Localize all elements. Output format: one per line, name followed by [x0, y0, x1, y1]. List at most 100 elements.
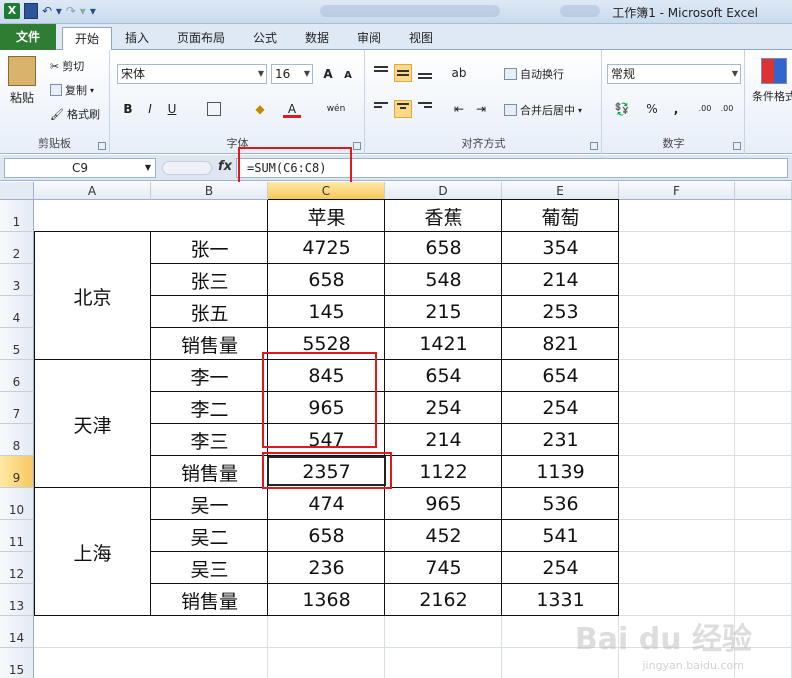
align-middle-icon[interactable]	[394, 64, 412, 82]
value-cell[interactable]: 1331	[502, 584, 619, 616]
currency-icon[interactable]: 💱	[609, 100, 635, 118]
shrink-font-button[interactable]: A	[339, 67, 357, 85]
orientation-icon[interactable]: ab	[450, 64, 468, 82]
value-cell[interactable]: 541	[502, 520, 619, 552]
bold-button[interactable]: B	[119, 100, 137, 118]
align-top-icon[interactable]	[372, 64, 390, 82]
sales-total-label[interactable]: 销售量	[151, 584, 268, 616]
value-cell[interactable]: 2162	[385, 584, 502, 616]
person-name-cell[interactable]: 张五	[151, 296, 268, 328]
value-cell[interactable]: 654	[502, 360, 619, 392]
value-cell[interactable]: 658	[385, 232, 502, 264]
value-cell[interactable]: 821	[502, 328, 619, 360]
comma-button[interactable]: ,	[667, 100, 685, 118]
fruit-header[interactable]: 葡萄	[502, 200, 619, 232]
column-header-a[interactable]: A	[34, 182, 151, 200]
copy-button[interactable]: 复制 ▾	[50, 82, 94, 98]
value-cell[interactable]: 474	[268, 488, 385, 520]
value-cell[interactable]: 214	[385, 424, 502, 456]
conditional-format-button[interactable]: 条件格式	[752, 58, 792, 104]
font-name-combo[interactable]: 宋体 ▼	[117, 64, 267, 84]
increase-decimal-button[interactable]: .00	[695, 100, 715, 118]
person-name-cell[interactable]: 张三	[151, 264, 268, 296]
value-cell[interactable]: 658	[268, 520, 385, 552]
value-cell[interactable]: 4725	[268, 232, 385, 264]
save-icon[interactable]	[24, 3, 38, 19]
align-right-icon[interactable]	[416, 100, 434, 118]
column-header-d[interactable]: D	[385, 182, 502, 200]
value-cell[interactable]: 1122	[385, 456, 502, 488]
row-header-15[interactable]: 15	[0, 648, 34, 678]
column-header-e[interactable]: E	[502, 182, 619, 200]
tab-data[interactable]: 数据	[296, 27, 338, 50]
row-header-3[interactable]: 3	[0, 264, 34, 296]
column-header-blank[interactable]	[735, 182, 792, 200]
clipboard-launcher-icon[interactable]	[98, 142, 106, 150]
number-launcher-icon[interactable]	[733, 142, 741, 150]
person-name-cell[interactable]: 李三	[151, 424, 268, 456]
row-header-5[interactable]: 5	[0, 328, 34, 360]
value-cell[interactable]: 1368	[268, 584, 385, 616]
excel-app-icon[interactable]: X	[4, 3, 20, 19]
city-cell[interactable]: 上海	[34, 488, 151, 616]
number-format-combo[interactable]: 常规 ▼	[607, 64, 741, 84]
tab-review[interactable]: 审阅	[348, 27, 390, 50]
sales-total-label[interactable]: 销售量	[151, 456, 268, 488]
column-header-b[interactable]: B	[151, 182, 268, 200]
value-cell[interactable]: 236	[268, 552, 385, 584]
person-name-cell[interactable]: 吴二	[151, 520, 268, 552]
fill-color-icon[interactable]: ◆	[251, 100, 269, 118]
row-header-2[interactable]: 2	[0, 232, 34, 264]
row-header-4[interactable]: 4	[0, 296, 34, 328]
align-center-icon[interactable]	[394, 100, 412, 118]
wrap-text-button[interactable]: 自动换行	[504, 66, 564, 82]
font-color-button[interactable]: A	[283, 100, 301, 118]
alignment-launcher-icon[interactable]	[590, 142, 598, 150]
column-header-c[interactable]: C	[268, 182, 385, 200]
row-header-12[interactable]: 12	[0, 552, 34, 584]
fruit-header[interactable]: 苹果	[268, 200, 385, 232]
cut-button[interactable]: ✂ 剪切	[50, 58, 84, 74]
select-all-corner[interactable]	[0, 182, 34, 200]
row-header-11[interactable]: 11	[0, 520, 34, 552]
tab-file[interactable]: 文件	[0, 24, 56, 50]
percent-button[interactable]: %	[643, 100, 661, 118]
value-cell[interactable]: 548	[385, 264, 502, 296]
person-name-cell[interactable]: 李一	[151, 360, 268, 392]
row-header-13[interactable]: 13	[0, 584, 34, 616]
city-cell[interactable]: 天津	[34, 360, 151, 488]
row-header-14[interactable]: 14	[0, 616, 34, 648]
name-box[interactable]: C9 ▼	[4, 158, 156, 178]
decrease-indent-icon[interactable]: ⇤	[450, 100, 468, 118]
value-cell[interactable]: 231	[502, 424, 619, 456]
font-launcher-icon[interactable]	[353, 142, 361, 150]
align-bottom-icon[interactable]	[416, 64, 434, 82]
customize-qat-icon[interactable]: ▾	[90, 3, 96, 19]
borders-icon[interactable]	[207, 102, 221, 116]
value-cell[interactable]: 965	[385, 488, 502, 520]
person-name-cell[interactable]: 吴三	[151, 552, 268, 584]
tab-view[interactable]: 视图	[400, 27, 442, 50]
insert-function-icon[interactable]: fx	[218, 159, 232, 174]
row-header-10[interactable]: 10	[0, 488, 34, 520]
grow-font-button[interactable]: A	[319, 65, 337, 83]
decrease-decimal-button[interactable]: .00	[717, 100, 737, 118]
tab-formulas[interactable]: 公式	[244, 27, 286, 50]
person-name-cell[interactable]: 张一	[151, 232, 268, 264]
value-cell[interactable]: 745	[385, 552, 502, 584]
value-cell[interactable]: 254	[385, 392, 502, 424]
value-cell[interactable]: 253	[502, 296, 619, 328]
city-cell[interactable]: 北京	[34, 232, 151, 360]
person-name-cell[interactable]: 李二	[151, 392, 268, 424]
merge-center-button[interactable]: 合并后居中 ▾	[504, 102, 582, 118]
tab-home[interactable]: 开始	[62, 27, 112, 50]
value-cell[interactable]: 354	[502, 232, 619, 264]
increase-indent-icon[interactable]: ⇥	[472, 100, 490, 118]
value-cell[interactable]: 215	[385, 296, 502, 328]
value-cell[interactable]: 1421	[385, 328, 502, 360]
value-cell[interactable]: 452	[385, 520, 502, 552]
row-header-6[interactable]: 6	[0, 360, 34, 392]
value-cell[interactable]: 214	[502, 264, 619, 296]
sales-total-label[interactable]: 销售量	[151, 328, 268, 360]
value-cell[interactable]: 145	[268, 296, 385, 328]
